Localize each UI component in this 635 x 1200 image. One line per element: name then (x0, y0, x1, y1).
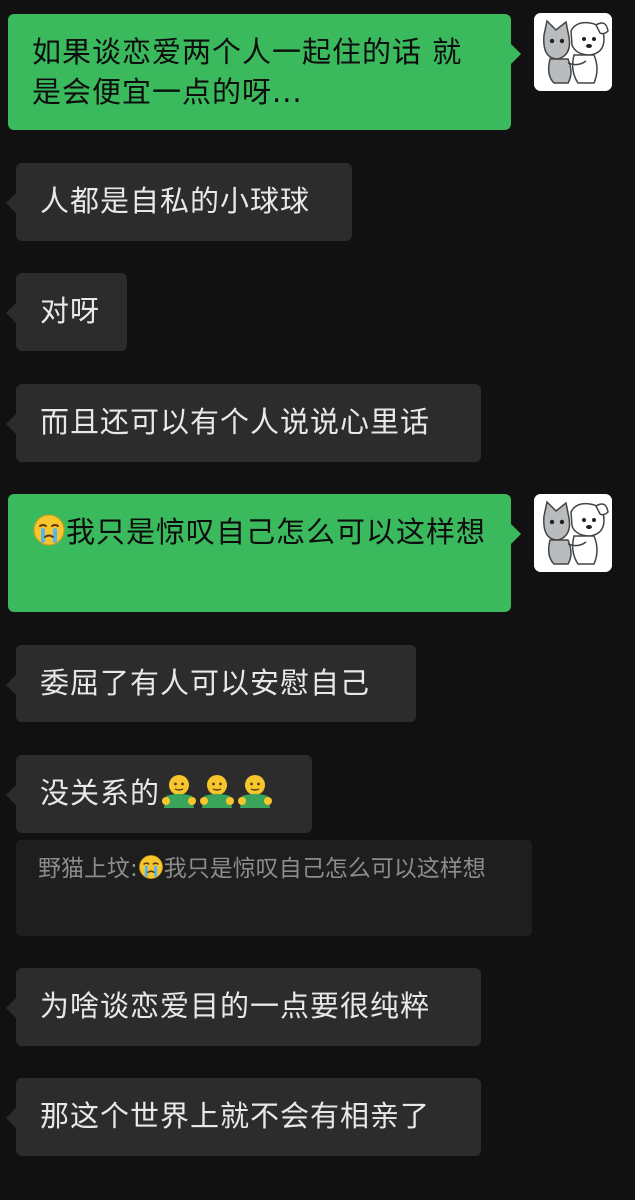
hug-emoji-icon (198, 774, 236, 818)
message-bubble-incoming[interactable]: 那这个世界上就不会有相亲了 (6, 1078, 481, 1156)
message-text: 没关系的 (40, 776, 161, 810)
avatar[interactable] (534, 13, 612, 91)
message-text: 而且还可以有个人说说心里话 (40, 405, 431, 439)
quote-author: 野猫上坟: (38, 856, 138, 882)
message-text: 人都是自私的小球球 (40, 184, 311, 218)
message-bubble-incoming[interactable]: 而且还可以有个人说说心里话 (6, 384, 481, 462)
message-bubble-incoming[interactable]: 对呀 (6, 273, 127, 351)
message-bubble-incoming[interactable]: 人都是自私的小球球 (6, 163, 352, 241)
message-text: 那这个世界上就不会有相亲了 (40, 1099, 431, 1133)
message-bubble-outgoing[interactable]: 我只是惊叹自己怎么可以这样想 (8, 494, 521, 612)
message-text: 委屈了有人可以安慰自己 (40, 666, 371, 700)
cartoon-cat-dog-avatar-icon (534, 13, 612, 91)
quote-text: 我只是惊叹自己怎么可以这样想 (163, 856, 486, 882)
crying-face-emoji-icon (32, 513, 66, 557)
message-text: 如果谈恋爱两个人一起住的话 就是会便宜一点的呀... (32, 35, 463, 109)
avatar[interactable] (534, 494, 612, 572)
crying-face-emoji-icon (138, 854, 164, 889)
message-bubble-outgoing[interactable]: 如果谈恋爱两个人一起住的话 就是会便宜一点的呀... (8, 14, 521, 130)
message-bubble-incoming[interactable]: 没关系的 (6, 755, 312, 833)
hug-emoji-icon (160, 774, 198, 818)
message-text: 我只是惊叹自己怎么可以这样想 (66, 515, 487, 549)
cartoon-cat-dog-avatar-icon (534, 494, 612, 572)
message-bubble-incoming[interactable]: 为啥谈恋爱目的一点要很纯粹 (6, 968, 481, 1046)
message-text: 对呀 (40, 294, 101, 328)
hug-emoji-icon (236, 774, 274, 818)
quoted-message[interactable]: 野猫上坟: 我只是惊叹自己怎么可以这样想 (16, 840, 532, 936)
message-text: 为啥谈恋爱目的一点要很纯粹 (40, 989, 431, 1023)
message-bubble-incoming[interactable]: 委屈了有人可以安慰自己 (6, 645, 416, 722)
